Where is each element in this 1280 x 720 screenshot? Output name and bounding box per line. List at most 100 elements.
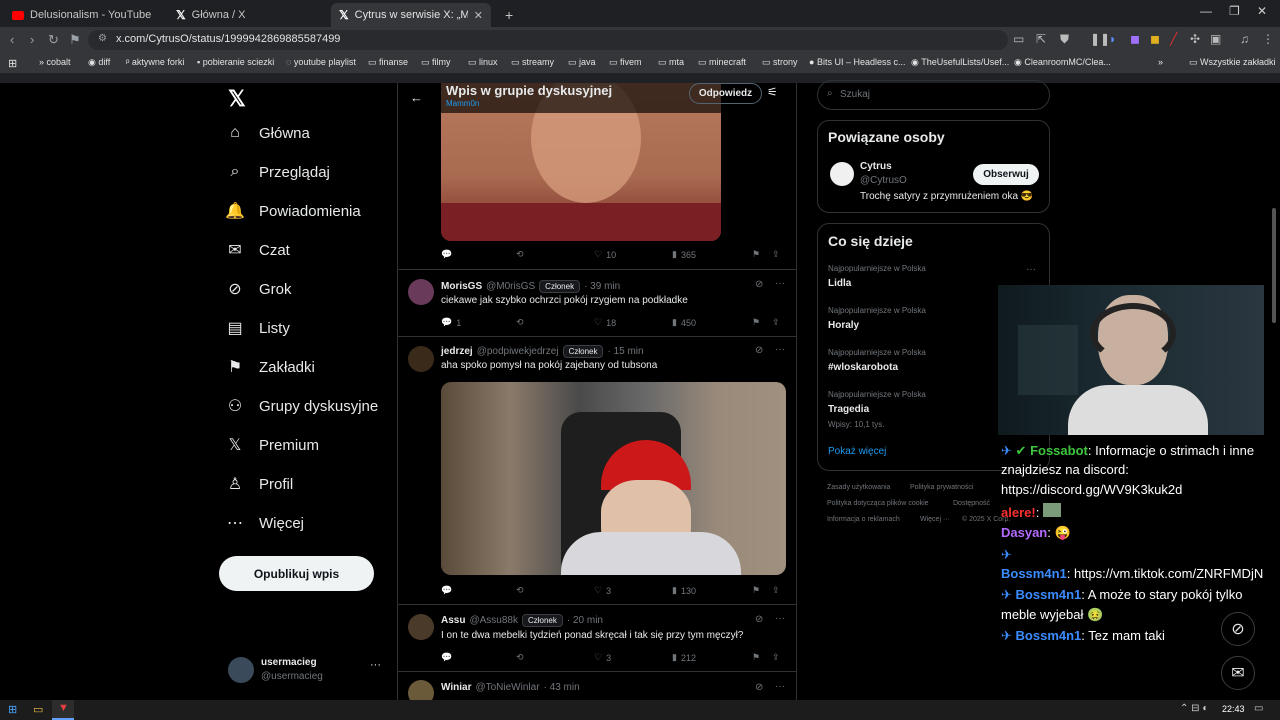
sidebar-item-grok[interactable]: ⊘ Grok [225, 279, 291, 299]
all-bookmarks-folder[interactable]: ▭ Wszystkie zakładki [1189, 57, 1276, 68]
more-options-icon[interactable]: ··· [775, 681, 785, 692]
x-logo-icon[interactable]: 𝕏 [228, 86, 246, 112]
media-icon[interactable]: ♫ [1240, 32, 1249, 46]
trend-item[interactable]: Najpopularniejsze w Polska Tragedia Wpis… [828, 390, 926, 429]
more-options-icon[interactable]: ··· [775, 278, 785, 289]
tweet-handle[interactable]: @Assu88k [469, 615, 518, 626]
bookmark-action[interactable]: ⚑ [752, 317, 772, 328]
pause-icon[interactable]: ❚❚ [1090, 32, 1110, 46]
tweet-author[interactable]: jedrzej [441, 346, 473, 357]
bookmark-action[interactable]: ⚑ [752, 249, 772, 260]
bookmark-item[interactable]: ◉ TheUsefulLists/Usef... [911, 57, 1009, 68]
post-button[interactable]: Opublikuj wpis [219, 556, 374, 591]
tweet-time[interactable]: · 43 min [544, 682, 580, 693]
apps-icon[interactable]: ⊞ [8, 57, 17, 70]
avatar[interactable] [830, 162, 854, 186]
tweet-author[interactable]: Winiar [441, 682, 471, 693]
reply-tweet[interactable]: Assu @Assu88k Członek · 20 min ⊘ ··· I o… [398, 605, 796, 672]
tweet-author[interactable]: MorisGS [441, 281, 482, 292]
cast-icon[interactable]: ▭ [1013, 32, 1024, 46]
trend-item[interactable]: Najpopularniejsze w Polska Lidla [828, 264, 926, 289]
footer-link[interactable]: Informacja o reklamach [827, 516, 900, 523]
url-field[interactable]: ⚙ x.com/CytrusO/status/19999428698855874… [88, 30, 1008, 50]
like-action[interactable]: ♡ 3 [594, 585, 672, 596]
follow-button[interactable]: Obserwuj [973, 164, 1039, 185]
back-arrow-icon[interactable]: ← [410, 90, 423, 105]
grok-icon[interactable]: ⊘ [755, 614, 763, 625]
sidebar-item-profile[interactable]: ♙ Profil [225, 474, 293, 494]
windows-start-icon[interactable]: ⊞ [8, 703, 17, 716]
notification-icon[interactable]: ▭ [1254, 703, 1263, 714]
reply-action[interactable]: 💬 [441, 652, 516, 663]
related-person-name[interactable]: Cytrus [860, 161, 892, 172]
bookmark-folder[interactable]: ▭ fivem [609, 57, 642, 68]
bookmark-folder[interactable]: ▭ linux [468, 57, 498, 68]
sidebar-item-notifications[interactable]: 🔔 Powiadomienia [225, 201, 361, 221]
new-tab-button[interactable]: + [497, 3, 521, 27]
footer-link[interactable]: Zasady użytkowania [827, 484, 890, 491]
sidebar-item-chat[interactable]: ✉ Czat [225, 240, 290, 260]
bookmark-action[interactable]: ⚑ [752, 585, 772, 596]
bookmark-folder[interactable]: ▭ streamy [511, 57, 554, 68]
share-icon[interactable]: ⇱ [1036, 32, 1046, 46]
search-input[interactable]: ⌕ Szukaj [817, 80, 1050, 110]
tweet-time[interactable]: · 20 min [567, 615, 603, 626]
bookmark-folder[interactable]: ▭ java [568, 57, 596, 68]
reply-action[interactable]: 💬 1 [441, 317, 516, 328]
tweet-author[interactable]: Assu [441, 615, 465, 626]
scrollbar-thumb[interactable] [1272, 208, 1276, 323]
reply-tweet[interactable]: MorisGS @M0risGS Członek · 39 min ⊘ ··· … [398, 270, 796, 337]
share-action[interactable]: ⇪ [772, 585, 780, 596]
repost-action[interactable]: ⟲ [516, 317, 594, 328]
reply-tweet[interactable]: Winiar @ToNieWinlar · 43 min ⊘ ··· [398, 672, 796, 700]
bookmark-folder[interactable]: ▭ filmy [421, 57, 451, 68]
bookmark-folder[interactable]: ▭ minecraft [698, 57, 746, 68]
sidebar-item-premium[interactable]: 𝕏 Premium [225, 435, 319, 455]
reload-icon[interactable]: ↻ [48, 32, 59, 48]
views-action[interactable]: ▮ 365 [672, 249, 752, 260]
footer-link[interactable]: Polityka dotycząca plików cookie [827, 500, 929, 507]
close-tab-icon[interactable]: ✕ [474, 9, 483, 22]
account-menu-icon[interactable]: ··· [370, 659, 381, 671]
grok-icon[interactable]: ⊘ [755, 345, 763, 356]
bookmark-folder[interactable]: ▭ finanse [368, 57, 408, 68]
clock[interactable]: 22:43 [1222, 704, 1245, 714]
extension-icon[interactable]: ◗ [1109, 32, 1116, 46]
bookmark-item[interactable]: » cobalt [39, 57, 71, 67]
settings-sliders-icon[interactable]: ⚟ [767, 85, 778, 99]
browser-taskbar-button[interactable]: ▼ [52, 700, 74, 720]
file-explorer-icon[interactable]: ▭ [33, 703, 43, 716]
like-action[interactable]: ♡ 10 [594, 249, 672, 260]
repost-action[interactable]: ⟲ [516, 652, 594, 663]
show-more-link[interactable]: Pokaż więcej [828, 446, 886, 457]
sidepanel-icon[interactable]: ▣ [1210, 32, 1221, 46]
related-person-handle[interactable]: @CytrusO [860, 175, 907, 186]
post-image[interactable] [441, 382, 786, 575]
grok-icon[interactable]: ⊘ [755, 279, 763, 290]
tweet-time[interactable]: · 39 min [584, 281, 620, 292]
more-options-icon[interactable]: ··· [775, 344, 785, 355]
reply-tweet[interactable]: jedrzej @podpiwekjedrzej Członek · 15 mi… [398, 337, 796, 605]
community-name[interactable]: Mamm0n [446, 99, 479, 108]
more-options-icon[interactable]: ··· [775, 613, 785, 624]
bookmark-item[interactable]: ● Bits UI – Headless c... [809, 57, 905, 67]
menu-icon[interactable]: ⋮ [1262, 32, 1274, 46]
reply-button[interactable]: Odpowiedz [689, 83, 762, 104]
reply-action[interactable]: 💬 [441, 249, 516, 260]
bookmarks-overflow-icon[interactable]: » [1158, 57, 1163, 67]
extension-icon[interactable]: ◼ [1150, 32, 1160, 46]
bookmark-folder[interactable]: ▭ strony [762, 57, 798, 68]
views-action[interactable]: ▮ 212 [672, 652, 752, 663]
close-window-icon[interactable]: ✕ [1257, 4, 1267, 18]
trend-item[interactable]: Najpopularniejsze w Polska Horaly [828, 306, 926, 331]
sidebar-item-lists[interactable]: ▤ Listy [225, 318, 289, 338]
bookmark-item[interactable]: ◌ youtube playlist [286, 57, 356, 67]
like-action[interactable]: ♡ 18 [594, 317, 672, 328]
share-action[interactable]: ⇪ [772, 249, 780, 260]
bookmark-item[interactable]: ◉ diff [88, 57, 110, 68]
back-icon[interactable]: ‹ [10, 32, 14, 47]
site-info-icon[interactable]: ⚙ [98, 33, 107, 44]
tray-icons[interactable]: ⌃ ⊟ ◐ [1180, 703, 1208, 714]
extension-icon[interactable]: ╱ [1170, 32, 1177, 46]
bookmark-folder[interactable]: ▭ mta [658, 57, 684, 68]
